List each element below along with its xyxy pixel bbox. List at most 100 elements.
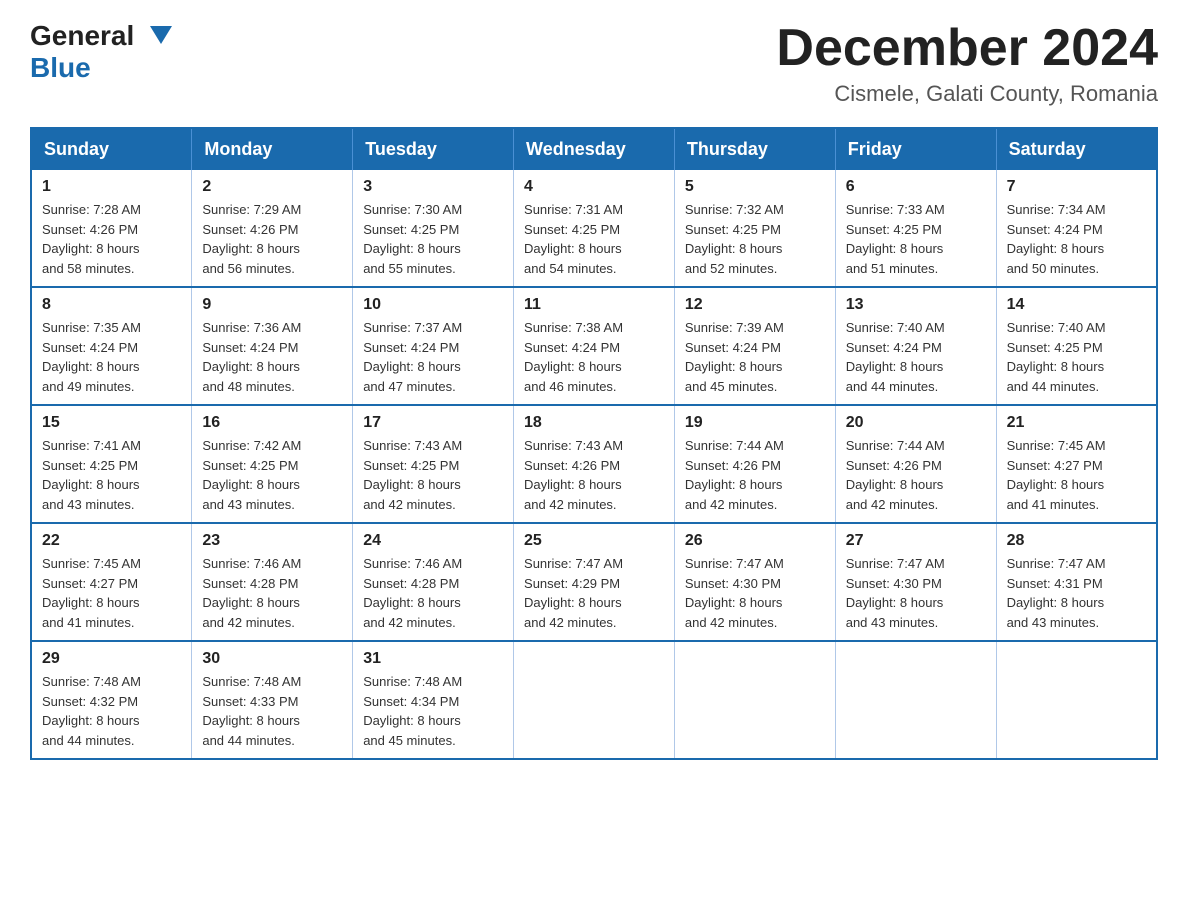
- day-number: 20: [846, 414, 986, 432]
- day-info: Sunrise: 7:40 AMSunset: 4:24 PMDaylight:…: [846, 318, 986, 396]
- day-info: Sunrise: 7:48 AMSunset: 4:34 PMDaylight:…: [363, 672, 503, 750]
- day-number: 4: [524, 178, 664, 196]
- location-subtitle: Cismele, Galati County, Romania: [776, 81, 1158, 107]
- week-row-5: 29 Sunrise: 7:48 AMSunset: 4:32 PMDayligh…: [31, 641, 1157, 759]
- day-info: Sunrise: 7:43 AMSunset: 4:26 PMDaylight:…: [524, 436, 664, 514]
- day-number: 6: [846, 178, 986, 196]
- day-info: Sunrise: 7:40 AMSunset: 4:25 PMDaylight:…: [1007, 318, 1146, 396]
- day-cell: 18 Sunrise: 7:43 AMSunset: 4:26 PMDayligh…: [514, 405, 675, 523]
- day-info: Sunrise: 7:38 AMSunset: 4:24 PMDaylight:…: [524, 318, 664, 396]
- day-number: 28: [1007, 532, 1146, 550]
- week-row-1: 1 Sunrise: 7:28 AMSunset: 4:26 PMDaylight…: [31, 170, 1157, 287]
- day-number: 13: [846, 296, 986, 314]
- logo-arrow-icon: [150, 26, 172, 46]
- day-cell: 20 Sunrise: 7:44 AMSunset: 4:26 PMDayligh…: [835, 405, 996, 523]
- day-number: 15: [42, 414, 181, 432]
- day-cell: 28 Sunrise: 7:47 AMSunset: 4:31 PMDayligh…: [996, 523, 1157, 641]
- day-cell: 30 Sunrise: 7:48 AMSunset: 4:33 PMDayligh…: [192, 641, 353, 759]
- week-row-4: 22Sunrise: 7:45 AMSunset: 4:27 PMDayligh…: [31, 523, 1157, 641]
- day-cell: 13 Sunrise: 7:40 AMSunset: 4:24 PMDayligh…: [835, 287, 996, 405]
- day-cell: 24 Sunrise: 7:46 AMSunset: 4:28 PMDayligh…: [353, 523, 514, 641]
- day-cell: 16 Sunrise: 7:42 AMSunset: 4:25 PMDayligh…: [192, 405, 353, 523]
- day-number: 18: [524, 414, 664, 432]
- day-info: Sunrise: 7:48 AMSunset: 4:33 PMDaylight:…: [202, 672, 342, 750]
- day-cell: 15 Sunrise: 7:41 AMSunset: 4:25 PMDayligh…: [31, 405, 192, 523]
- day-number: 23: [202, 532, 342, 550]
- day-cell: 22Sunrise: 7:45 AMSunset: 4:27 PMDayligh…: [31, 523, 192, 641]
- day-number: 7: [1007, 178, 1146, 196]
- day-cell: 27 Sunrise: 7:47 AMSunset: 4:30 PMDayligh…: [835, 523, 996, 641]
- day-cell: 1 Sunrise: 7:28 AMSunset: 4:26 PMDaylight…: [31, 170, 192, 287]
- day-cell: 23Sunrise: 7:46 AMSunset: 4:28 PMDayligh…: [192, 523, 353, 641]
- day-cell: 26 Sunrise: 7:47 AMSunset: 4:30 PMDayligh…: [674, 523, 835, 641]
- day-info: Sunrise: 7:34 AMSunset: 4:24 PMDaylight:…: [1007, 200, 1146, 278]
- day-info: Sunrise: 7:47 AMSunset: 4:31 PMDaylight:…: [1007, 554, 1146, 632]
- day-number: 3: [363, 178, 503, 196]
- header-monday: Monday: [192, 128, 353, 170]
- day-info: Sunrise: 7:42 AMSunset: 4:25 PMDaylight:…: [202, 436, 342, 514]
- header-wednesday: Wednesday: [514, 128, 675, 170]
- day-number: 29: [42, 650, 181, 668]
- day-cell: 5 Sunrise: 7:32 AMSunset: 4:25 PMDaylight…: [674, 170, 835, 287]
- day-info: Sunrise: 7:43 AMSunset: 4:25 PMDaylight:…: [363, 436, 503, 514]
- day-cell: 17 Sunrise: 7:43 AMSunset: 4:25 PMDayligh…: [353, 405, 514, 523]
- day-number: 1: [42, 178, 181, 196]
- day-number: 12: [685, 296, 825, 314]
- logo-blue-text: Blue: [30, 52, 91, 83]
- day-number: 26: [685, 532, 825, 550]
- month-title: December 2024: [776, 20, 1158, 77]
- day-info: Sunrise: 7:29 AMSunset: 4:26 PMDaylight:…: [202, 200, 342, 278]
- day-info: Sunrise: 7:30 AMSunset: 4:25 PMDaylight:…: [363, 200, 503, 278]
- day-info: Sunrise: 7:31 AMSunset: 4:25 PMDaylight:…: [524, 200, 664, 278]
- day-info: Sunrise: 7:44 AMSunset: 4:26 PMDaylight:…: [846, 436, 986, 514]
- day-number: 5: [685, 178, 825, 196]
- day-info: Sunrise: 7:48 AMSunset: 4:32 PMDaylight:…: [42, 672, 181, 750]
- day-cell: 10Sunrise: 7:37 AMSunset: 4:24 PMDayligh…: [353, 287, 514, 405]
- day-number: 8: [42, 296, 181, 314]
- day-number: 2: [202, 178, 342, 196]
- day-cell: [996, 641, 1157, 759]
- day-number: 17: [363, 414, 503, 432]
- day-number: 16: [202, 414, 342, 432]
- day-info: Sunrise: 7:32 AMSunset: 4:25 PMDaylight:…: [685, 200, 825, 278]
- calendar-table: SundayMondayTuesdayWednesdayThursdayFrid…: [30, 127, 1158, 760]
- day-number: 27: [846, 532, 986, 550]
- day-cell: [835, 641, 996, 759]
- day-cell: 2 Sunrise: 7:29 AMSunset: 4:26 PMDaylight…: [192, 170, 353, 287]
- week-row-3: 15 Sunrise: 7:41 AMSunset: 4:25 PMDayligh…: [31, 405, 1157, 523]
- day-cell: [514, 641, 675, 759]
- day-cell: 12Sunrise: 7:39 AMSunset: 4:24 PMDayligh…: [674, 287, 835, 405]
- day-info: Sunrise: 7:33 AMSunset: 4:25 PMDaylight:…: [846, 200, 986, 278]
- header-thursday: Thursday: [674, 128, 835, 170]
- title-area: December 2024 Cismele, Galati County, Ro…: [776, 20, 1158, 107]
- day-number: 25: [524, 532, 664, 550]
- page-header: General Blue December 2024 Cismele, Gala…: [30, 20, 1158, 107]
- header-tuesday: Tuesday: [353, 128, 514, 170]
- day-cell: 9 Sunrise: 7:36 AMSunset: 4:24 PMDaylight…: [192, 287, 353, 405]
- day-cell: 29 Sunrise: 7:48 AMSunset: 4:32 PMDayligh…: [31, 641, 192, 759]
- day-number: 31: [363, 650, 503, 668]
- day-cell: 21Sunrise: 7:45 AMSunset: 4:27 PMDayligh…: [996, 405, 1157, 523]
- day-info: Sunrise: 7:47 AMSunset: 4:30 PMDaylight:…: [685, 554, 825, 632]
- day-cell: 31 Sunrise: 7:48 AMSunset: 4:34 PMDayligh…: [353, 641, 514, 759]
- day-info: Sunrise: 7:35 AMSunset: 4:24 PMDaylight:…: [42, 318, 181, 396]
- day-number: 9: [202, 296, 342, 314]
- day-info: Sunrise: 7:45 AMSunset: 4:27 PMDaylight:…: [42, 554, 181, 632]
- logo-general-text: General: [30, 20, 134, 52]
- day-cell: 19Sunrise: 7:44 AMSunset: 4:26 PMDayligh…: [674, 405, 835, 523]
- day-number: 24: [363, 532, 503, 550]
- day-number: 14: [1007, 296, 1146, 314]
- day-cell: [674, 641, 835, 759]
- day-info: Sunrise: 7:36 AMSunset: 4:24 PMDaylight:…: [202, 318, 342, 396]
- day-info: Sunrise: 7:47 AMSunset: 4:29 PMDaylight:…: [524, 554, 664, 632]
- day-info: Sunrise: 7:46 AMSunset: 4:28 PMDaylight:…: [363, 554, 503, 632]
- day-cell: 25 Sunrise: 7:47 AMSunset: 4:29 PMDayligh…: [514, 523, 675, 641]
- header-saturday: Saturday: [996, 128, 1157, 170]
- day-number: 30: [202, 650, 342, 668]
- day-cell: 14 Sunrise: 7:40 AMSunset: 4:25 PMDayligh…: [996, 287, 1157, 405]
- week-row-2: 8 Sunrise: 7:35 AMSunset: 4:24 PMDaylight…: [31, 287, 1157, 405]
- day-info: Sunrise: 7:28 AMSunset: 4:26 PMDaylight:…: [42, 200, 181, 278]
- day-info: Sunrise: 7:41 AMSunset: 4:25 PMDaylight:…: [42, 436, 181, 514]
- day-info: Sunrise: 7:47 AMSunset: 4:30 PMDaylight:…: [846, 554, 986, 632]
- header-row: SundayMondayTuesdayWednesdayThursdayFrid…: [31, 128, 1157, 170]
